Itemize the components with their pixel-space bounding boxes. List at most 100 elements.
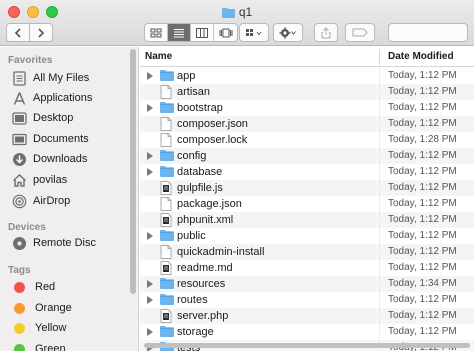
window-title: q1: [0, 5, 474, 21]
file-name: config: [177, 150, 207, 162]
file-date-modified: Today, 1:12 PM: [388, 214, 457, 225]
file-row[interactable]: config Today, 1:12 PM: [140, 148, 474, 164]
file-row[interactable]: server.php Today, 1:12 PM: [140, 308, 474, 324]
file-date-modified: Today, 1:28 PM: [388, 134, 457, 145]
list-icon: [174, 28, 184, 37]
sidebar-item-all-my-files[interactable]: All My Files: [12, 68, 89, 88]
file-date-modified: Today, 1:12 PM: [388, 182, 457, 193]
disclosure-triangle-icon[interactable]: [146, 279, 154, 289]
file-row[interactable]: quickadmin-install Today, 1:12 PM: [140, 244, 474, 260]
file-row[interactable]: resources Today, 1:34 PM: [140, 276, 474, 292]
file-row[interactable]: storage Today, 1:12 PM: [140, 324, 474, 340]
file-row[interactable]: database Today, 1:12 PM: [140, 164, 474, 180]
row-column-divider: [379, 148, 380, 164]
row-column-divider: [379, 324, 380, 340]
sidebar-item-desktop[interactable]: Desktop: [12, 108, 73, 128]
back-button[interactable]: [6, 23, 30, 42]
sidebar-item-tag-yellow[interactable]: Yellow: [12, 318, 66, 338]
name-column-header[interactable]: Name: [145, 51, 172, 62]
sidebar-item-downloads[interactable]: Downloads: [12, 149, 87, 169]
file-date-modified: Today, 1:34 PM: [388, 278, 457, 289]
sidebar-item-tag-orange[interactable]: Orange: [12, 298, 72, 318]
window-title-text: q1: [238, 5, 253, 19]
sidebar-item-label: Downloads: [33, 153, 88, 165]
desktop-icon: [12, 111, 27, 125]
action-button[interactable]: [273, 23, 303, 42]
disclosure-triangle-icon[interactable]: [146, 71, 154, 81]
file-row[interactable]: gulpfile.js Today, 1:12 PM: [140, 180, 474, 196]
airdrop-icon: [12, 194, 27, 208]
file-date-modified: Today, 1:12 PM: [388, 102, 457, 113]
sidebar-item-label: Green: [35, 343, 66, 351]
file-date-modified: Today, 1:12 PM: [388, 294, 457, 305]
disclosure-triangle-icon[interactable]: [146, 167, 154, 177]
horizontal-scrollbar[interactable]: [144, 343, 470, 348]
row-column-divider: [379, 244, 380, 260]
file-row[interactable]: app Today, 1:12 PM: [140, 68, 474, 84]
favorites-header: Favorites: [8, 55, 53, 66]
share-button[interactable]: [314, 23, 338, 42]
file-name: routes: [177, 294, 208, 306]
search-field[interactable]: [388, 23, 468, 42]
chevron-left-icon: [14, 27, 21, 38]
columns-icon: [196, 27, 208, 38]
file-row[interactable]: composer.lock Today, 1:28 PM: [140, 132, 474, 148]
sidebar-item-tag-red[interactable]: Red: [12, 277, 55, 297]
file-row[interactable]: package.json Today, 1:12 PM: [140, 196, 474, 212]
file-row[interactable]: composer.json Today, 1:12 PM: [140, 116, 474, 132]
disclosure-triangle-icon[interactable]: [146, 327, 154, 337]
list-view-button[interactable]: [168, 24, 191, 41]
window-toolbar: q1: [0, 0, 474, 46]
cover-flow-button[interactable]: [214, 24, 237, 41]
sidebar-item-label: AirDrop: [33, 195, 71, 207]
tags-header: Tags: [8, 265, 31, 276]
row-column-divider: [379, 196, 380, 212]
file-row[interactable]: public Today, 1:12 PM: [140, 228, 474, 244]
row-column-divider: [379, 260, 380, 276]
chevron-right-icon: [38, 27, 45, 38]
disclosure-triangle-icon[interactable]: [146, 295, 154, 305]
folder-icon: [160, 165, 174, 180]
sidebar-scrollbar[interactable]: [130, 49, 136, 294]
sidebar-item-tag-green[interactable]: Green: [12, 339, 66, 351]
file-row[interactable]: routes Today, 1:12 PM: [140, 292, 474, 308]
all-files-icon: [13, 70, 26, 86]
edit-tags-button[interactable]: [345, 23, 375, 42]
file-list: Name Date Modified app Today, 1:12 PM arti…: [140, 47, 474, 351]
file-name: quickadmin-install: [177, 246, 265, 258]
sidebar-item-documents[interactable]: Documents: [12, 129, 89, 149]
column-view-button[interactable]: [191, 24, 214, 41]
icon-view-button[interactable]: [145, 24, 168, 41]
disclosure-triangle-icon[interactable]: [146, 231, 154, 241]
folder-icon: [160, 277, 174, 292]
file-row[interactable]: readme.md Today, 1:12 PM: [140, 260, 474, 276]
disclosure-triangle-icon[interactable]: [146, 151, 154, 161]
sidebar-item-remote-disc[interactable]: Remote Disc: [12, 233, 96, 253]
row-column-divider: [379, 164, 380, 180]
home-icon: [13, 173, 26, 187]
sidebar-item-applications[interactable]: Applications: [12, 88, 92, 108]
file-date-modified: Today, 1:12 PM: [388, 246, 457, 257]
file-row[interactable]: bootstrap Today, 1:12 PM: [140, 100, 474, 116]
sidebar-item-airdrop[interactable]: AirDrop: [12, 191, 70, 211]
file-date-modified: Today, 1:12 PM: [388, 230, 457, 241]
arrange-button[interactable]: [239, 23, 269, 42]
gear-icon: [279, 27, 296, 38]
row-column-divider: [379, 308, 380, 324]
sidebar-item-povilas[interactable]: povilas: [12, 170, 67, 190]
disclosure-triangle-icon[interactable]: [146, 103, 154, 113]
sidebar-item-label: Desktop: [33, 112, 74, 124]
file-name: gulpfile.js: [177, 182, 223, 194]
file-name: app: [177, 70, 196, 82]
row-column-divider: [379, 100, 380, 116]
file-row[interactable]: phpunit.xml Today, 1:12 PM: [140, 212, 474, 228]
column-divider[interactable]: [379, 49, 380, 65]
sidebar-item-label: Orange: [35, 302, 72, 314]
row-column-divider: [379, 68, 380, 84]
file-date-modified: Today, 1:12 PM: [388, 150, 457, 161]
sidebar: Favorites All My Files Applications Desk…: [0, 47, 139, 351]
date-column-header[interactable]: Date Modified: [388, 51, 454, 62]
forward-button[interactable]: [29, 23, 53, 42]
file-row[interactable]: artisan Today, 1:12 PM: [140, 84, 474, 100]
row-column-divider: [379, 132, 380, 148]
